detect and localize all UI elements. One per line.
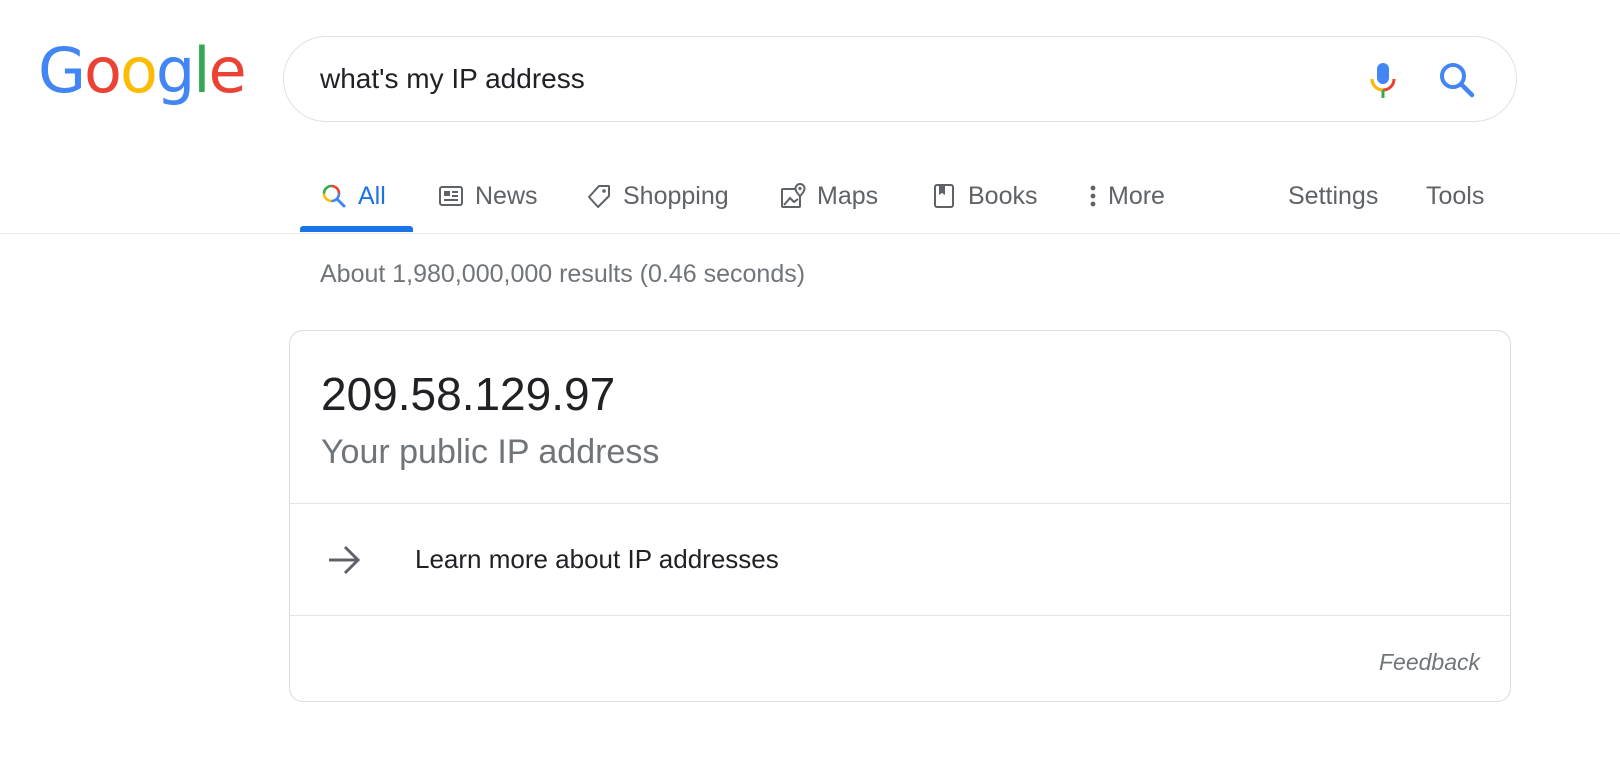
logo-letter: G [38, 34, 86, 107]
arrow-right-icon [329, 545, 361, 575]
card-divider [290, 615, 1510, 616]
logo-letter: e [208, 34, 247, 107]
microphone-icon [1370, 63, 1396, 98]
tab-more[interactable]: More [1084, 160, 1165, 232]
search-tabs: All News Shopping Maps Books More Settin… [0, 160, 1620, 234]
voice-search-button[interactable] [1360, 57, 1406, 103]
logo-letter: g [155, 34, 195, 107]
ip-address-caption: Your public IP address [321, 433, 660, 471]
tab-maps[interactable]: Maps [779, 160, 878, 232]
book-icon [934, 184, 954, 208]
feedback-link[interactable]: Feedback [1379, 649, 1480, 676]
tab-label: All [358, 181, 386, 210]
logo-letter: l [193, 34, 210, 107]
result-stats: About 1,980,000,000 results (0.46 second… [320, 260, 806, 288]
tab-all[interactable]: All [320, 160, 386, 232]
search-box [283, 36, 1517, 122]
logo-letter: o [84, 34, 122, 107]
tab-label: Books [968, 181, 1038, 210]
logo-letter: o [119, 34, 158, 107]
tab-tools[interactable]: Tools [1426, 160, 1484, 232]
tab-label: Settings [1288, 181, 1379, 210]
learn-more-label: Learn more about IP addresses [415, 544, 779, 574]
tab-label: Maps [817, 181, 879, 210]
header-divider [0, 233, 1620, 234]
ip-address-value: 209.58.129.97 [321, 368, 616, 420]
learn-more-link[interactable]: Learn more about IP addresses [290, 504, 1510, 616]
tab-settings[interactable]: Settings [1288, 160, 1378, 232]
search-icon [322, 184, 346, 208]
tab-label: Shopping [623, 181, 729, 210]
search-input[interactable] [320, 37, 1300, 121]
active-tab-indicator [300, 226, 413, 232]
tab-news[interactable]: News [437, 160, 538, 232]
search-icon [1440, 63, 1475, 98]
news-icon [439, 186, 463, 206]
tab-books[interactable]: Books [930, 160, 1037, 232]
map-icon [781, 182, 806, 208]
tab-label: News [475, 181, 538, 210]
tab-shopping[interactable]: Shopping [585, 160, 729, 232]
tab-label: More [1108, 181, 1165, 210]
google-logo[interactable]: Google [38, 34, 247, 107]
tag-icon [588, 185, 610, 208]
tab-label: Tools [1426, 181, 1485, 210]
search-button[interactable] [1434, 57, 1480, 103]
more-vert-icon [1090, 185, 1096, 207]
ip-answer-card: 209.58.129.97 Your public IP address Lea… [289, 330, 1511, 702]
